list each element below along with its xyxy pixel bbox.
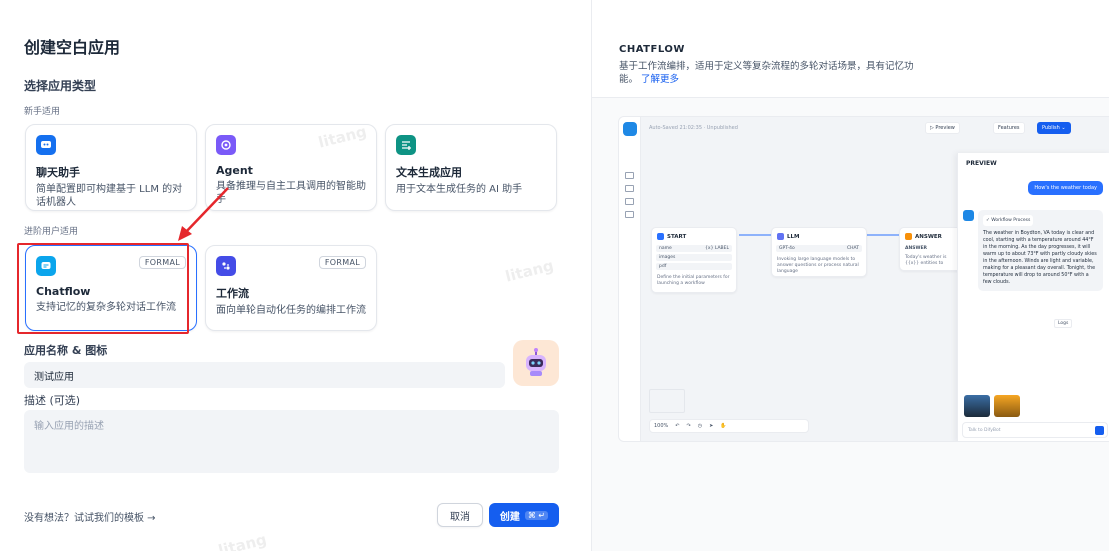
chatflow-preview-screenshot: Auto-Saved 21:02:35 · Unpublished ▷ Prev… (618, 116, 1109, 442)
card-workflow[interactable]: FORMAL 工作流 面向单轮自动化任务的编排工作流 (205, 245, 377, 331)
create-shortcut-hint: ⌘ ↵ (524, 510, 549, 520)
zoom-toolbar: 100% ↶ ↷ ◷ ➤ ✋ (649, 419, 809, 433)
formal-badge: FORMAL (318, 256, 366, 269)
start-node: START name {x} LABEL images pdf Define th… (651, 227, 737, 293)
history-icon: ◷ (697, 423, 703, 429)
answer-node: ANSWER ANSWER Today's weather is {{x}} e… (899, 227, 963, 271)
image-attachment (964, 395, 990, 417)
redo-icon: ↷ (686, 423, 691, 429)
advanced-label: 进阶用户适用 (24, 227, 79, 237)
beginner-label: 新手适用 (24, 107, 61, 117)
chat-preview-title: PREVIEW (966, 160, 997, 167)
minimap (649, 389, 685, 413)
preview-header: CHATFLOW 基于工作流编排，适用于定义等复杂流程的多轮对话场景，具有记忆功… (592, 0, 1109, 98)
bot-message: ✓ Workflow Process The weather in Boydto… (978, 210, 1103, 291)
hand-icon: ✋ (720, 423, 727, 429)
zoom-level: 100% (654, 423, 669, 429)
card-desc: 具备推理与自主工具调用的智能助手 (216, 181, 366, 205)
app-name-input[interactable]: 测试应用 (24, 362, 505, 388)
llm-node: LLM GPT-4o CHAT Invoking large language m… (771, 227, 867, 277)
preview-description: 基于工作流编排，适用于定义等复杂流程的多轮对话场景，具有记忆功能。 了解更多 (619, 60, 929, 86)
logs-button: Logs (1054, 319, 1073, 328)
send-icon (1095, 426, 1104, 435)
card-title: 文本生成应用 (396, 166, 462, 179)
templates-link[interactable]: 没有想法？试试我们的模板 → (24, 509, 156, 524)
card-agent[interactable]: Agent 具备推理与自主工具调用的智能助手 (205, 124, 377, 211)
preview-title: CHATFLOW (619, 44, 685, 55)
bot-message-text: The weather in Boydton, VA today is clea… (983, 231, 1097, 285)
app-type-label: 选择应用类型 (24, 79, 97, 93)
app-type-preview-panel: CHATFLOW 基于工作流编排，适用于定义等复杂流程的多轮对话场景，具有记忆功… (591, 0, 1109, 551)
create-app-dialog: 创建空白应用 选择应用类型 新手适用 聊天助手 简单配置即可构建基于 LLM 的… (0, 0, 591, 551)
user-message: How's the weather today (1028, 181, 1103, 195)
card-title: 工作流 (216, 287, 249, 300)
annotation-arrow-icon (178, 187, 229, 241)
pointer-icon: ➤ (709, 423, 714, 429)
highlight-annotation-box (17, 243, 189, 334)
workflow-icon (216, 256, 236, 276)
create-button-label: 创建 (499, 511, 520, 523)
text-generation-icon (396, 135, 416, 155)
image-attachment (994, 395, 1020, 417)
card-desc: 用于文本生成任务的 AI 助手 (396, 184, 523, 195)
card-text-generator[interactable]: 文本生成应用 用于文本生成任务的 AI 助手 (385, 124, 557, 211)
workflow-process-tag: ✓ Workflow Process (983, 215, 1034, 226)
robot-avatar-icon (526, 348, 546, 376)
app-name-label: 应用名称 & 图标 (24, 344, 108, 357)
agent-icon (216, 135, 236, 155)
chat-input: Talk to DifyBot (962, 422, 1108, 438)
card-title: Agent (216, 164, 253, 177)
undo-icon: ↶ (675, 423, 680, 429)
dialog-title: 创建空白应用 (24, 38, 121, 57)
chat-bot-icon (36, 135, 56, 155)
app-icon-picker[interactable] (513, 340, 559, 386)
card-desc: 面向单轮自动化任务的编排工作流 (216, 305, 366, 316)
create-button[interactable]: 创建 ⌘ ↵ (489, 503, 559, 527)
chat-preview-panel: PREVIEW How's the weather today ✓ Workfl… (957, 153, 1109, 441)
learn-more-link[interactable]: 了解更多 (641, 74, 679, 85)
bot-avatar-icon (963, 210, 974, 221)
description-label: 描述 (可选) (24, 394, 81, 407)
card-desc: 简单配置即可构建基于 LLM 的对话机器人 (36, 184, 183, 208)
card-title: 聊天助手 (36, 166, 80, 179)
cancel-button[interactable]: 取消 (437, 503, 483, 527)
description-textarea[interactable]: 输入应用的描述 (24, 410, 559, 473)
